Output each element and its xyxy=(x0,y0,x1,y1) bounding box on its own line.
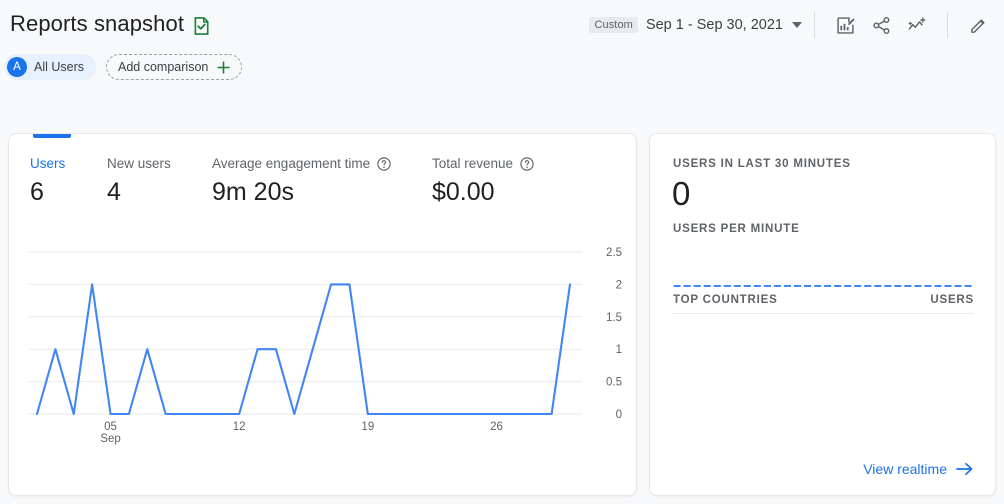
top-countries-table-header: TOP COUNTRIES USERS xyxy=(673,294,974,314)
metrics-row: Users 6 New users 4 Average engagement t… xyxy=(9,156,636,236)
x-axis-tick-label: 12 xyxy=(233,421,246,433)
document-check-icon xyxy=(194,16,209,35)
metric-new-users[interactable]: New users 4 xyxy=(107,156,171,207)
metric-value: 4 xyxy=(107,178,121,206)
edit-button[interactable] xyxy=(963,10,993,40)
reports-snapshot-page: Reports snapshot A All Users Add compari… xyxy=(0,0,1004,504)
metric-label: Total revenue xyxy=(432,156,514,171)
metric-total-revenue[interactable]: Total revenue $0.00 xyxy=(432,156,534,207)
y-axis-tick-label: 2 xyxy=(616,279,622,291)
title-row: Reports snapshot xyxy=(10,10,212,38)
header-actions: Custom Sep 1 - Sep 30, 2021 xyxy=(589,8,996,42)
add-comparison-button[interactable]: Add comparison xyxy=(106,54,243,80)
add-comparison-label: Add comparison xyxy=(118,60,209,74)
metric-average-engagement-time[interactable]: Average engagement time 9m 20s xyxy=(212,156,391,207)
metric-label: Average engagement time xyxy=(212,156,371,171)
view-realtime-link[interactable]: View realtime xyxy=(863,461,973,477)
y-axis-tick-label: 1.5 xyxy=(606,312,622,324)
metric-label: New users xyxy=(107,156,171,171)
realtime-card: USERS IN LAST 30 MINUTES 0 USERS PER MIN… xyxy=(649,133,996,496)
help-icon[interactable] xyxy=(520,156,534,171)
plus-icon xyxy=(217,60,231,74)
view-realtime-label: View realtime xyxy=(863,461,947,477)
metric-users[interactable]: Users 6 xyxy=(30,156,65,207)
users-per-minute-sparkline xyxy=(673,285,972,287)
line-chart-svg: 2.5 2 1.5 1 0.5 0 05Sep 12 19 26 xyxy=(29,247,622,445)
page-title: Reports snapshot xyxy=(10,11,185,36)
insights-button[interactable] xyxy=(830,10,860,40)
metric-value: $0.00 xyxy=(432,178,495,206)
overview-card: Users 6 New users 4 Average engagement t… xyxy=(8,133,637,496)
date-range-type-badge: Custom xyxy=(589,17,638,33)
y-axis-tick-label: 1 xyxy=(616,344,622,356)
y-axis-tick-label: 2.5 xyxy=(606,247,622,259)
active-tab-indicator xyxy=(33,134,71,138)
edit-pencil-icon xyxy=(970,18,985,33)
y-axis-tick-label: 0 xyxy=(616,409,622,421)
top-countries-label: TOP COUNTRIES xyxy=(673,294,778,306)
x-axis-tick-label: 05 xyxy=(104,421,117,433)
users-per-minute-label: USERS PER MINUTE xyxy=(673,223,800,235)
y-axis-tick-label: 0.5 xyxy=(606,377,622,389)
users-column-label: USERS xyxy=(930,294,974,306)
share-button[interactable] xyxy=(866,10,896,40)
x-axis-unit-label: Sep xyxy=(100,433,120,445)
date-range-picker[interactable]: Sep 1 - Sep 30, 2021 xyxy=(646,17,802,33)
insights-icon xyxy=(836,16,855,34)
divider xyxy=(814,12,815,38)
divider xyxy=(947,12,948,38)
chevron-down-icon xyxy=(792,22,802,28)
arrow-right-icon xyxy=(956,462,973,476)
realtime-users-value: 0 xyxy=(672,175,691,212)
segment-chip-label: All Users xyxy=(34,60,85,74)
x-axis-tick-label: 19 xyxy=(361,421,374,433)
add-trend-button[interactable] xyxy=(902,10,932,40)
add-trend-icon xyxy=(907,16,925,30)
share-icon xyxy=(872,16,889,34)
avatar: A xyxy=(7,57,27,77)
metric-value: 6 xyxy=(30,178,44,206)
users-over-time-chart[interactable]: 2.5 2 1.5 1 0.5 0 05 Sep 12 19 26 xyxy=(9,242,636,447)
segment-chips-row: A All Users Add comparison xyxy=(4,54,243,80)
metric-label: Users xyxy=(30,156,66,171)
help-icon[interactable] xyxy=(377,156,391,171)
metric-value: 9m 20s xyxy=(212,178,294,206)
date-range-label: Sep 1 - Sep 30, 2021 xyxy=(645,17,783,33)
page-header: Reports snapshot A All Users Add compari… xyxy=(0,0,1004,92)
x-axis-tick-label: 26 xyxy=(490,421,503,433)
segment-chip-all-users[interactable]: A All Users xyxy=(4,54,97,80)
realtime-users-label: USERS IN LAST 30 MINUTES xyxy=(673,158,851,170)
